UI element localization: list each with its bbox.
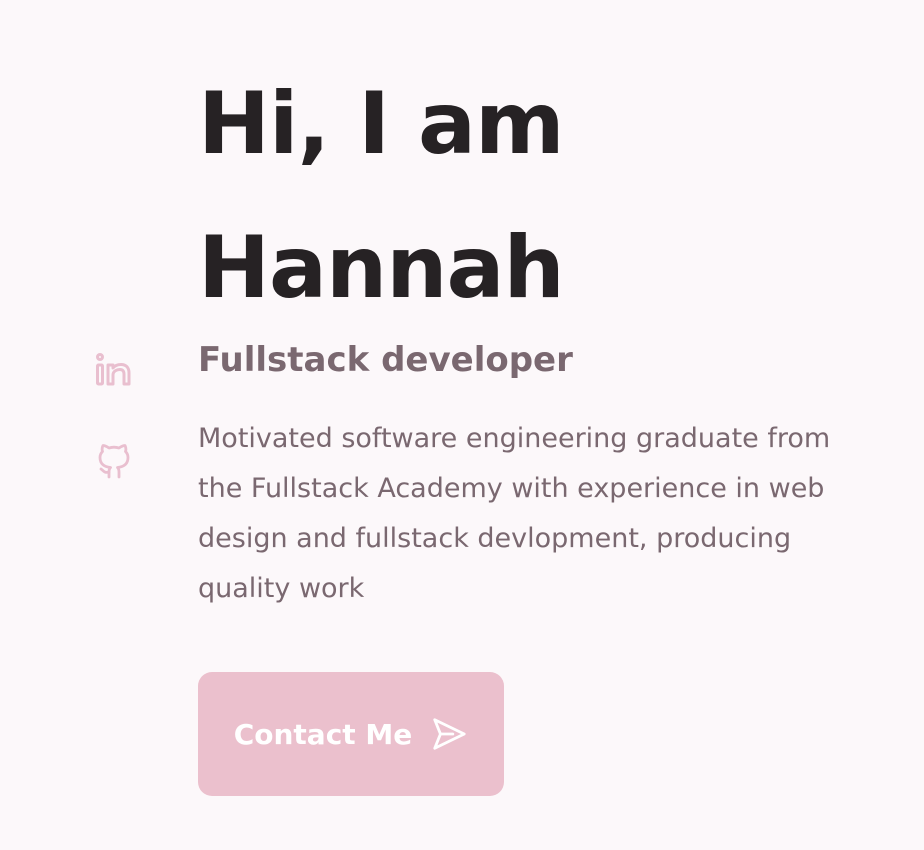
social-links	[94, 350, 134, 482]
hero-title: Hi, I am Hannah	[198, 52, 818, 340]
hero-description: Motivated software engineering graduate …	[198, 423, 831, 604]
hero-title-line1: Hi, I am	[198, 74, 565, 174]
linkedin-icon	[96, 353, 131, 386]
hero-subtitle: Fullstack developer	[198, 340, 573, 380]
linkedin-link[interactable]	[94, 350, 134, 390]
send-icon	[430, 715, 468, 753]
hero-content: Hi, I am Hannah Fullstack developer Moti…	[198, 52, 898, 614]
hero-title-line2: Hannah	[198, 218, 565, 318]
home-section: Hi, I am Hannah Fullstack developer Moti…	[0, 0, 924, 850]
contact-me-label: Contact Me	[233, 717, 413, 751]
github-icon	[98, 444, 130, 479]
contact-me-button[interactable]: Contact Me	[198, 672, 504, 796]
github-link[interactable]	[94, 442, 134, 482]
